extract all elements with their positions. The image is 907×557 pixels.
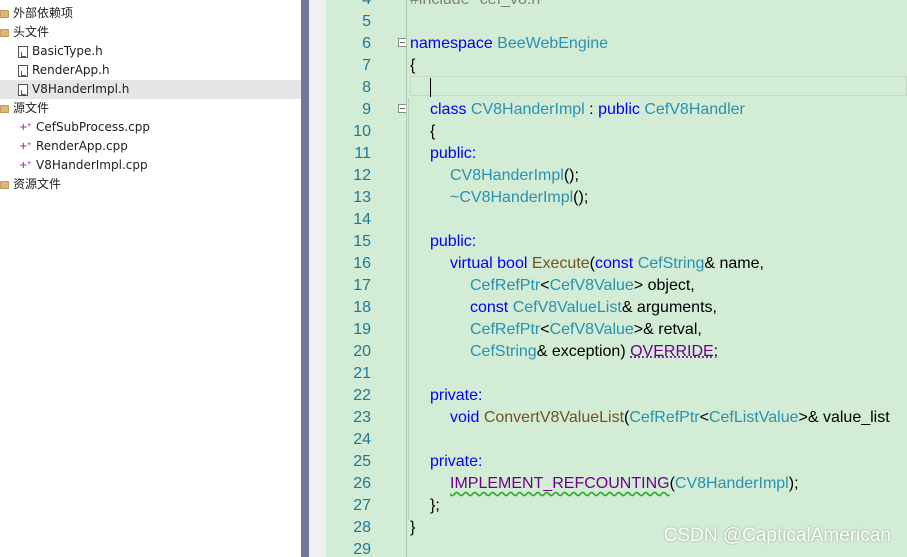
tree-item-label: BasicType.h — [32, 44, 103, 58]
line-number: 22 — [353, 387, 371, 404]
code-line-12: CV8HanderImpl(); — [450, 167, 579, 184]
code-editor[interactable]: 4 5 6 7 8 9 10 11 12 13 14 15 16 17 18 19 20 21 22 23 24 25 26… — [326, 0, 907, 557]
solution-explorer: 外部依赖项头文件 BasicType.h RenderApp.h V8HanderIm… — [0, 0, 301, 557]
tree-item-label: CefSubProcess.cpp — [36, 120, 150, 134]
tree-item[interactable]: +⁺ CefSubProcess.cpp — [0, 118, 150, 137]
line-number: 7 — [362, 57, 371, 74]
tree-item[interactable]: +⁺ RenderApp.cpp — [0, 137, 128, 156]
line-number: 11 — [354, 145, 371, 162]
tree-item-label: 外部依赖项 — [13, 6, 74, 20]
tree-item[interactable]: 头文件 — [0, 23, 49, 42]
line-number: 24 — [353, 431, 371, 448]
cpp-file-icon: +⁺ — [19, 160, 32, 171]
tree-item[interactable]: 外部依赖项 — [0, 4, 73, 23]
code-line-28: } — [410, 519, 416, 536]
code-line-19: CefRefPtr<CefV8Value>& retval, — [470, 321, 702, 338]
code-line-9: class CV8HanderImpl : public CefV8Handle… — [430, 101, 745, 118]
code-line-11: public: — [430, 145, 477, 162]
code-line-20: CefString& exception) OVERRIDE; — [470, 343, 719, 360]
folder-icon — [0, 9, 9, 18]
line-number: 27 — [353, 497, 371, 514]
code-line-27: }; — [430, 497, 440, 514]
cpp-file-icon: +⁺ — [19, 141, 32, 152]
cpp-file-icon: +⁺ — [19, 122, 32, 133]
code-line-25: private: — [430, 453, 483, 470]
code-line-13: ~CV8HanderImpl(); — [450, 189, 589, 206]
code-line-15: public: — [430, 233, 477, 250]
outlining-guide — [406, 0, 407, 557]
watermark: CSDN @CapticalAmerican — [663, 525, 891, 546]
line-number: 20 — [353, 343, 371, 360]
editor-indicator-margin — [309, 0, 326, 557]
line-number: 19 — [353, 321, 371, 338]
folder-icon — [0, 28, 9, 37]
line-number: 23 — [353, 409, 371, 426]
tree-item[interactable]: V8HanderImpl.h — [0, 80, 301, 99]
code-line-18: const CefV8ValueList& arguments, — [470, 299, 717, 316]
line-number: 18 — [353, 299, 371, 316]
code-line-16: virtual bool Execute(const CefString& na… — [450, 255, 764, 272]
line-number: 14 — [353, 211, 371, 228]
code-line-22: private: — [430, 387, 483, 404]
line-number: 25 — [353, 453, 371, 470]
line-number: 21 — [353, 365, 371, 382]
code-line-17: CefRefPtr<CefV8Value> object, — [470, 277, 695, 294]
tree-item-label: RenderApp.cpp — [36, 139, 128, 153]
code-lines[interactable]: #include "cef_v8.h" namespace BeeWebEngi… — [410, 0, 907, 557]
tree-item-label: 资源文件 — [13, 177, 62, 191]
line-number-gutter: 4 5 6 7 8 9 10 11 12 13 14 15 16 17 18 19 20 21 22 23 24 25 26… — [326, 0, 371, 557]
line-number: 16 — [353, 255, 371, 272]
outlining-margin — [374, 0, 408, 557]
line-number: 10 — [353, 123, 371, 140]
line-number: 6 — [362, 35, 371, 52]
indent-guide — [408, 99, 409, 519]
tree-item-label: 源文件 — [13, 101, 50, 115]
tree-item[interactable]: RenderApp.h — [0, 61, 110, 80]
tree-item[interactable]: 资源文件 — [0, 175, 61, 194]
code-line-10: { — [430, 123, 436, 140]
tree-item[interactable]: +⁺ V8HanderImpl.cpp — [0, 156, 148, 175]
code-line-23: void ConvertV8ValueList(CefRefPtr<CefLis… — [450, 409, 890, 426]
line-number: 26 — [353, 475, 371, 492]
header-file-icon — [18, 83, 28, 96]
line-number: 13 — [353, 189, 371, 206]
code-line-26: IMPLEMENT_REFCOUNTING(CV8HanderImpl); — [450, 475, 799, 492]
tree-item-label: V8HanderImpl.cpp — [36, 158, 148, 172]
pane-splitter[interactable] — [301, 0, 309, 557]
tree-item-label: V8HanderImpl.h — [32, 82, 130, 96]
tree-item[interactable]: BasicType.h — [0, 42, 103, 61]
line-number: 29 — [353, 541, 371, 557]
line-number: 4 — [326, 0, 371, 11]
code-line-7: { — [410, 57, 416, 74]
tree-item-label: 头文件 — [13, 25, 50, 39]
tree-item[interactable]: 源文件 — [0, 99, 49, 118]
code-line-4: #include "cef_v8.h" — [410, 0, 546, 11]
line-number: 28 — [353, 519, 371, 536]
folder-icon — [0, 180, 9, 189]
folder-icon — [0, 104, 9, 113]
header-file-icon — [18, 64, 28, 77]
line-number: 17 — [353, 277, 371, 294]
line-number: 9 — [362, 101, 371, 118]
line-number: 12 — [353, 167, 371, 184]
line-number: 5 — [362, 13, 371, 30]
text-caret — [430, 78, 431, 97]
code-line-6: namespace BeeWebEngine — [410, 35, 609, 52]
line-number: 15 — [353, 233, 371, 250]
header-file-icon — [18, 45, 28, 58]
line-number: 8 — [362, 79, 371, 96]
tree-item-label: RenderApp.h — [32, 63, 110, 77]
